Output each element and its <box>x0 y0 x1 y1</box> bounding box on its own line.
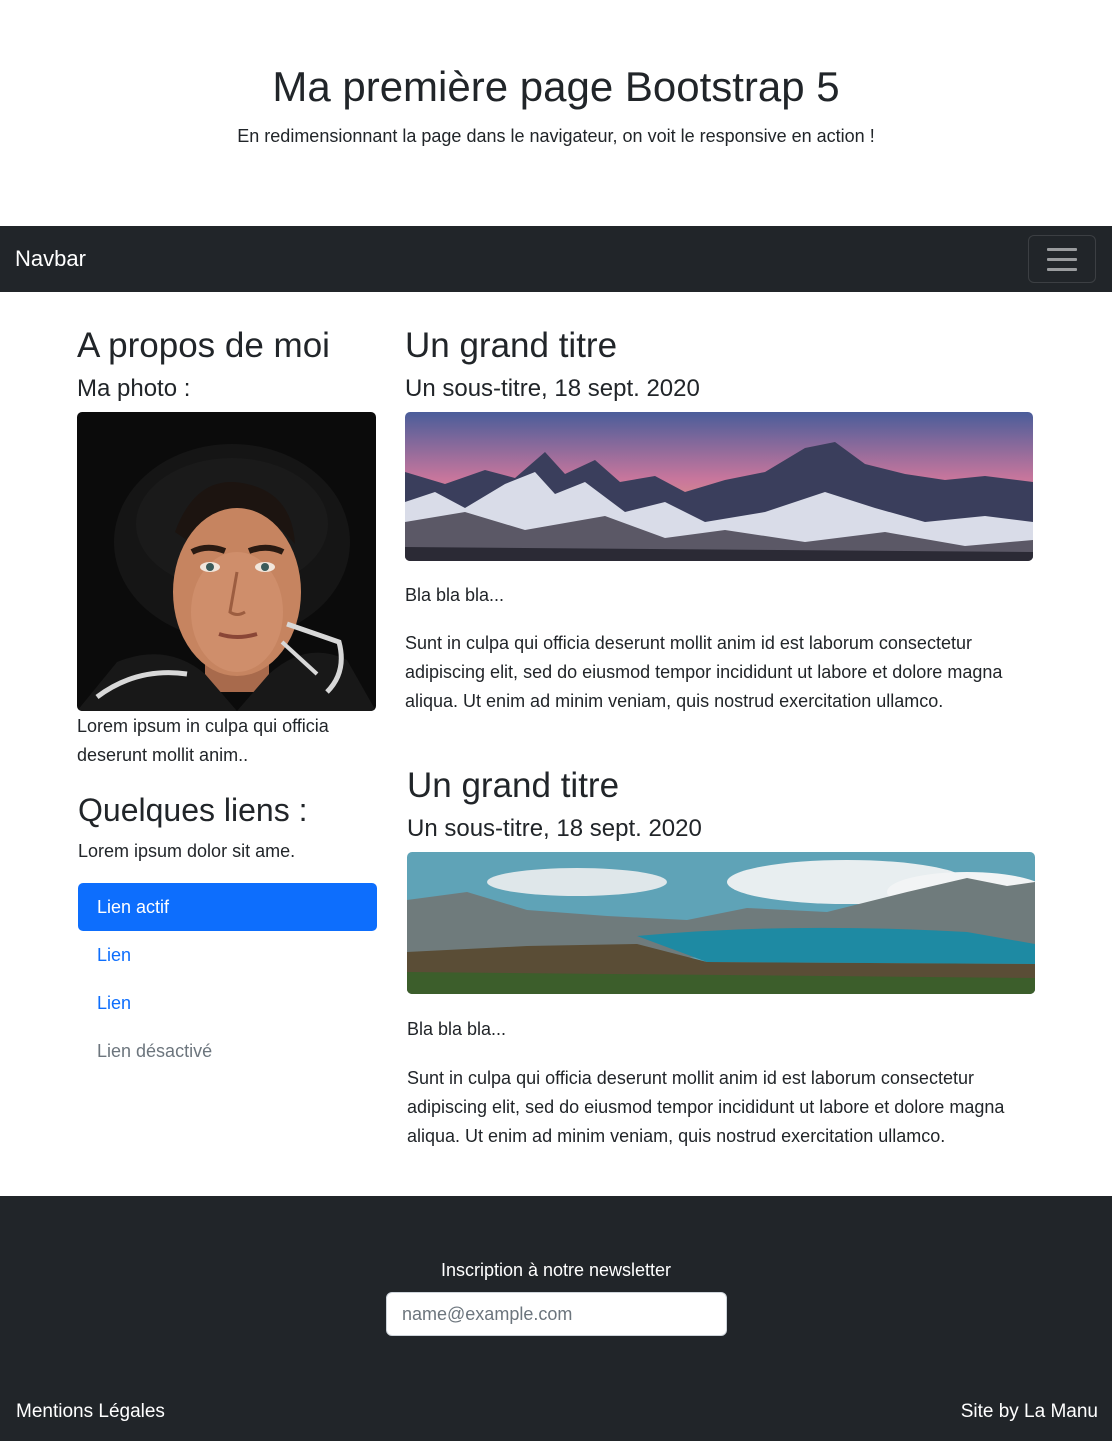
link-active[interactable]: Lien actif <box>78 883 377 931</box>
newsletter-email-input[interactable] <box>386 1292 727 1336</box>
newsletter-label: Inscription à notre newsletter <box>440 1260 672 1280</box>
page-title: Ma première page Bootstrap 5 <box>272 63 840 110</box>
links-text: Lorem ipsum dolor sit ame. <box>78 841 296 861</box>
navbar-brand[interactable]: Navbar <box>15 245 86 273</box>
links-title: Quelques liens : <box>78 792 308 828</box>
article-subtitle: Un sous-titre, 18 sept. 2020 <box>407 815 702 842</box>
article-short: Bla bla bla... <box>405 585 505 605</box>
about-title: A propos de moi <box>77 326 330 365</box>
lake-image <box>407 852 1035 994</box>
page-header: Ma première page Bootstrap 5 En redimens… <box>0 0 1112 226</box>
legal-link[interactable]: Mentions Légales <box>16 1400 165 1424</box>
article-body: Sunt in culpa qui officia deserunt molli… <box>405 633 1003 711</box>
article-short: Bla bla bla... <box>407 1019 507 1039</box>
site-credit: Site by La Manu <box>960 1401 1098 1422</box>
links-list: Lien actif Lien Lien Lien désactivé <box>78 883 377 1075</box>
profile-photo <box>77 412 376 711</box>
page-subtitle: En redimensionnant la page dans le navig… <box>237 126 875 146</box>
photo-label: Ma photo : <box>77 375 191 402</box>
link-item[interactable]: Lien <box>78 979 377 1027</box>
article-title: Un grand titre <box>405 326 618 365</box>
link-item[interactable]: Lien <box>78 931 377 979</box>
article-subtitle: Un sous-titre, 18 sept. 2020 <box>405 375 700 402</box>
link-disabled: Lien désactivé <box>97 1041 213 1061</box>
navbar-toggler-button[interactable] <box>1028 235 1096 283</box>
photo-caption: Lorem ipsum in culpa qui officia deserun… <box>77 716 329 765</box>
article-title: Un grand titre <box>407 766 620 805</box>
navbar: Navbar <box>0 226 1112 292</box>
footer: Inscription à notre newsletter Mentions … <box>0 1196 1112 1441</box>
article-body: Sunt in culpa qui officia deserunt molli… <box>407 1068 1005 1146</box>
mountain-image <box>405 412 1033 561</box>
